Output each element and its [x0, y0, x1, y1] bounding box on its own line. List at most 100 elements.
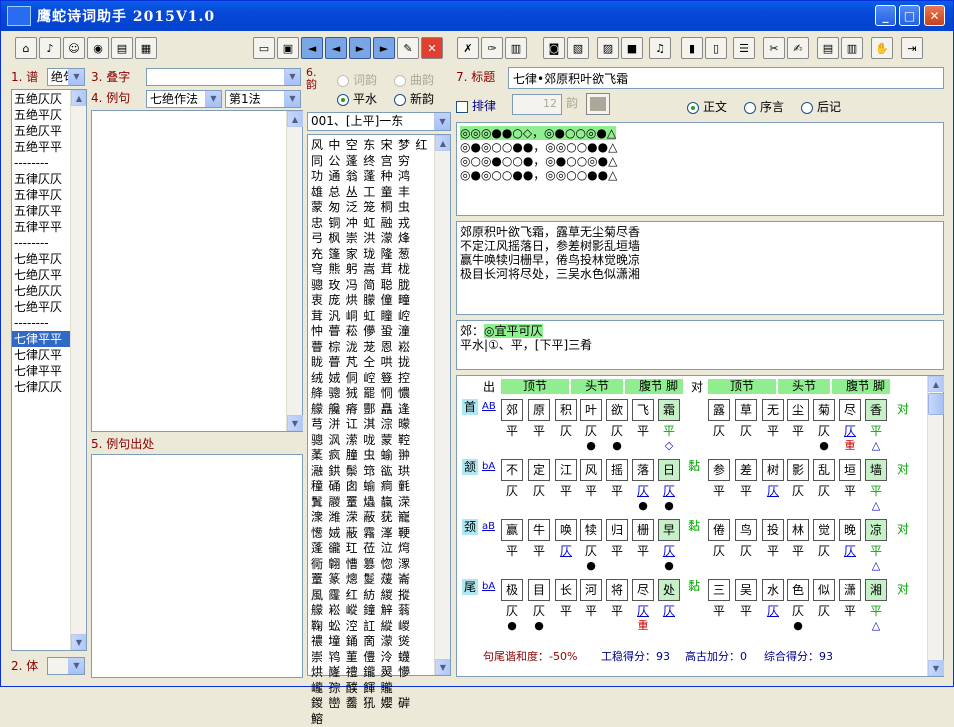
char-cell[interactable]: 晚: [839, 519, 861, 541]
scroll-down-icon[interactable]: ▼: [435, 659, 450, 675]
char-cell[interactable]: 影: [787, 459, 809, 481]
rhyme-char-row[interactable]: 鞠蚣涳訌縱嵕: [311, 618, 429, 634]
char-cell[interactable]: 投: [762, 519, 784, 541]
radio-zhengwen[interactable]: 正文: [687, 98, 727, 115]
char-cell[interactable]: 长: [555, 579, 577, 601]
char-cell[interactable]: 落: [632, 459, 654, 481]
ab-link[interactable]: AB: [482, 401, 496, 412]
color-button[interactable]: [586, 93, 610, 115]
scroll-thumb[interactable]: [928, 393, 944, 415]
char-cell[interactable]: 草: [735, 399, 757, 421]
char-cell[interactable]: 郊: [501, 399, 523, 421]
char-cell[interactable]: 潇: [839, 579, 861, 601]
char-cell[interactable]: 湘: [865, 579, 887, 601]
prev-arrow-icon[interactable]: ◄: [325, 37, 347, 59]
rhyme-char-row[interactable]: 崇鸨菫僼泠蠛: [311, 649, 429, 665]
rhyme-char-row[interactable]: 艨崧嵷鐘觪蓊: [311, 602, 429, 618]
rhyme-char-row[interactable]: 葇疯朣虫蝓翀: [311, 447, 429, 463]
radio-xuyan[interactable]: 序言: [744, 98, 784, 115]
book2-icon[interactable]: ▤: [817, 37, 839, 59]
char-cell[interactable]: 墙: [865, 459, 887, 481]
rhyme-char-row[interactable]: 鰫: [311, 711, 429, 727]
box-icon[interactable]: ■: [621, 37, 643, 59]
char-cell[interactable]: 尽: [839, 399, 861, 421]
analysis-scrollbar[interactable]: ▲ ▼: [927, 376, 944, 676]
edit-icon[interactable]: ✎: [397, 37, 419, 59]
books2-icon[interactable]: ▥: [841, 37, 863, 59]
char-cell[interactable]: 树: [762, 459, 784, 481]
char-cell[interactable]: 霜: [658, 399, 680, 421]
char-cell[interactable]: 犊: [580, 519, 602, 541]
char-cell[interactable]: 赢: [501, 519, 523, 541]
poem-textarea[interactable]: 郊原积叶欲飞霜，露草无尘菊尽香 不定江风摇落日，参差树影乱垣墙 赢牛唤犊归栅早，倦鸟…: [456, 221, 944, 315]
rhyme-char-row[interactable]: 芎洴讧淇淙曚: [311, 416, 429, 432]
close-window-button[interactable]: ✕: [924, 5, 945, 26]
char-cell[interactable]: 吴: [735, 579, 757, 601]
char-cell[interactable]: 参: [708, 459, 730, 481]
rhyme-char-row[interactable]: 功通翁蓬种鸿: [311, 168, 429, 184]
title-input[interactable]: 七律•郊原积叶欲飞霜: [508, 67, 944, 89]
scroll-up-icon[interactable]: ▲: [435, 135, 450, 151]
char-cell[interactable]: 三: [708, 579, 730, 601]
ab-link[interactable]: aB: [482, 521, 495, 532]
rhyme-char-row[interactable]: 憽娀蔽霿溄鞕: [311, 525, 429, 541]
rhyme-char-row[interactable]: 绒娀侗崆簦控: [311, 370, 429, 386]
liju-number-select[interactable]: 第1法 ▼: [225, 90, 301, 108]
document-icon[interactable]: ▭: [253, 37, 275, 59]
char-cell[interactable]: 归: [606, 519, 628, 541]
rhyme-scrollbar[interactable]: ▲ ▼: [434, 135, 450, 675]
char-cell[interactable]: 定: [528, 459, 550, 481]
erase-icon[interactable]: ✗: [457, 37, 479, 59]
rhyme-char-row[interactable]: 鬒鬷罿爞靝溁: [311, 494, 429, 510]
pu-select[interactable]: 绝句 ▼: [47, 68, 85, 86]
char-cell[interactable]: 河: [580, 579, 602, 601]
template-list-scrollbar[interactable]: ▲ ▼: [70, 90, 86, 650]
rhyme-char-row[interactable]: 禯墥銿啇濛熧: [311, 633, 429, 649]
template-list[interactable]: 五绝仄仄 五绝平仄 五绝仄平 五绝平平 -------- 五律仄仄 五律平仄 五律仄平 五律平平…: [11, 89, 87, 651]
char-cell[interactable]: 叶: [580, 399, 602, 421]
rhyme-char-row[interactable]: 衕翺慒篡惚潈: [311, 556, 429, 572]
rhyme-char-row[interactable]: 風霳红紡緵摐: [311, 587, 429, 603]
scroll-down-icon[interactable]: ▼: [928, 660, 944, 676]
rhyme-group-select[interactable]: 001、[上平]一东 ▼: [307, 112, 451, 131]
rhyme-char-row[interactable]: 罿篆熜鬉蕿崙: [311, 571, 429, 587]
liju-textarea[interactable]: ▲ ▼: [91, 110, 303, 432]
first-arrow-icon[interactable]: ◄: [301, 37, 323, 59]
char-cell[interactable]: 栅: [632, 519, 654, 541]
rhyme-char-row[interactable]: 巄孮醭餫贚: [311, 680, 429, 696]
radio-xinyun[interactable]: 新韵: [394, 90, 434, 107]
rhyme-char-row[interactable]: 弓枫崇洪濛烽: [311, 230, 429, 246]
hand-icon[interactable]: ✋: [871, 37, 893, 59]
char-cell[interactable]: 露: [708, 399, 730, 421]
char-cell[interactable]: 将: [606, 579, 628, 601]
char-cell[interactable]: 凉: [865, 519, 887, 541]
rhyme-char-row[interactable]: 瞢棕泷茏恩崧: [311, 339, 429, 355]
tonal-pattern-box[interactable]: ◎◎◎●●○◇，◎●○○◎●△ ◎●◎○○●●，◎◎○○●●△ ◎○◎●○○●，◎●…: [456, 122, 944, 216]
ab-link[interactable]: bA: [482, 461, 495, 472]
minimize-button[interactable]: _: [875, 5, 896, 26]
char-cell[interactable]: 唤: [555, 519, 577, 541]
rhyme-char-row[interactable]: 风中空东宋梦红: [311, 137, 429, 153]
char-cell[interactable]: 牛: [528, 519, 550, 541]
book-icon[interactable]: ▤: [111, 37, 133, 59]
char-cell[interactable]: 鸟: [735, 519, 757, 541]
save-icon[interactable]: ▣: [277, 37, 299, 59]
next-arrow-icon[interactable]: ►: [349, 37, 371, 59]
tools-icon[interactable]: ✂: [763, 37, 785, 59]
char-cell[interactable]: 香: [865, 399, 887, 421]
char-cell[interactable]: 色: [787, 579, 809, 601]
scroll-up-icon[interactable]: ▲: [928, 376, 944, 392]
char-cell[interactable]: 无: [762, 399, 784, 421]
music-icon[interactable]: ♪: [39, 37, 61, 59]
note-icon[interactable]: ▨: [597, 37, 619, 59]
char-cell[interactable]: 倦: [708, 519, 730, 541]
scroll-up-icon[interactable]: ▲: [71, 90, 86, 106]
last-arrow-icon[interactable]: ►: [373, 37, 395, 59]
maximize-button[interactable]: □: [899, 5, 920, 26]
scroll-down-icon[interactable]: ▼: [71, 634, 86, 650]
rhyme-char-row[interactable]: 雄总丛工童丰: [311, 184, 429, 200]
rhyme-char-row[interactable]: 舽骢狨罷恫憹: [311, 385, 429, 401]
rhyme-char-row[interactable]: 茸汎峒虹瞳崆: [311, 308, 429, 324]
chart2-icon[interactable]: ▯: [705, 37, 727, 59]
scroll-down-icon[interactable]: ▼: [287, 415, 303, 431]
